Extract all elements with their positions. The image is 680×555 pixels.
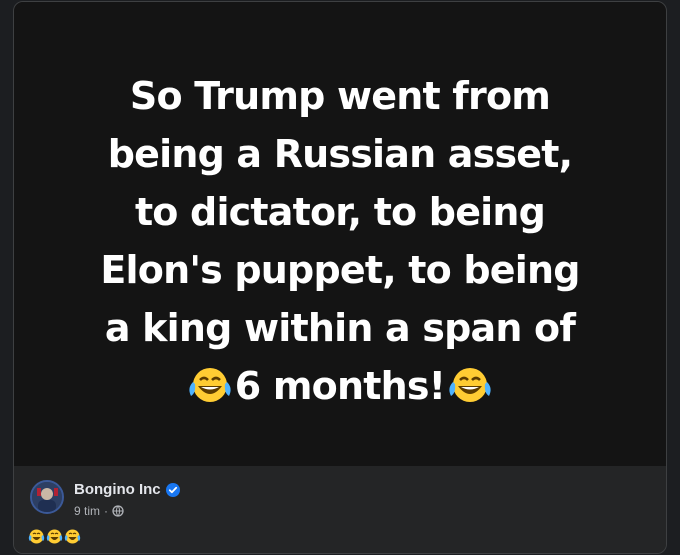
avatar[interactable] [30,480,64,514]
meta-separator: · [104,504,109,518]
meme-line-2: being a Russian asset, [107,132,573,176]
meme-text: So Trump went from being a Russian asset… [40,67,640,415]
post-card: So Trump went from being a Russian asset… [13,1,667,554]
meme-line-4: Elon's puppet, to being [100,248,580,292]
meme-line-6: 6 months! [234,364,446,408]
meme-line-1: So Trump went from [129,74,551,118]
laughing-crying-icon [64,529,81,544]
verified-badge-icon [166,483,180,497]
meme-line-3: to dictator, to being [134,190,546,234]
laughing-crying-icon [449,368,491,402]
post-meta: 9 tim · [74,504,124,518]
laughing-crying-icon [28,529,45,544]
meme-line-6-wrap: 6 months! [40,357,640,415]
post-footer: Bongino Inc 9 tim · [14,466,666,553]
laughing-crying-icon [189,368,231,402]
avatar-image [32,482,62,512]
author-name[interactable]: Bongino Inc [74,481,161,498]
meme-line-5: a king within a span of [104,306,576,350]
post-time[interactable]: 9 tim [74,504,100,518]
laughing-crying-icon [46,529,63,544]
post-image[interactable]: So Trump went from being a Russian asset… [14,2,666,466]
post-caption [28,528,81,545]
globe-icon [112,505,124,517]
